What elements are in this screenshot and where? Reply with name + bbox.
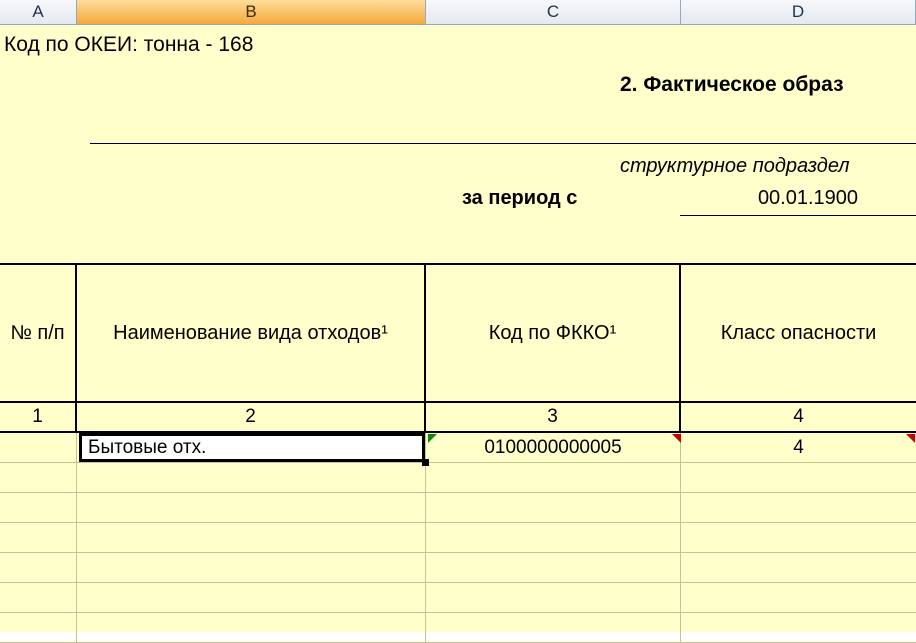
cell-d[interactable] xyxy=(681,553,916,582)
th-hazard-class: Класс опасности xyxy=(681,265,916,401)
col-header-a[interactable]: A xyxy=(0,0,77,24)
table-row[interactable] xyxy=(0,463,916,493)
period-label: за период с xyxy=(462,187,577,210)
cell-b[interactable] xyxy=(77,583,426,612)
table-row[interactable] xyxy=(0,553,916,583)
cell-d[interactable] xyxy=(681,463,916,492)
th-number: № п/п xyxy=(0,265,77,401)
cell-d[interactable] xyxy=(681,493,916,522)
cell-b[interactable] xyxy=(77,613,426,642)
th-fkko-code: Код по ФККО¹ xyxy=(426,265,681,401)
colnum-3: 3 xyxy=(426,403,681,431)
cell-b[interactable] xyxy=(77,523,426,552)
cell-d[interactable] xyxy=(681,583,916,612)
table-header-row: № п/п Наименование вида отходов¹ Код по … xyxy=(0,263,916,403)
comment-indicator-icon[interactable] xyxy=(906,434,915,443)
cell-c[interactable] xyxy=(426,463,681,492)
table-row[interactable] xyxy=(0,523,916,553)
colnum-1: 1 xyxy=(0,403,77,431)
divider-line xyxy=(90,143,916,144)
error-indicator-icon[interactable] xyxy=(428,434,437,443)
col-header-b[interactable]: B xyxy=(77,0,426,24)
date-underline xyxy=(680,215,916,216)
table-row[interactable] xyxy=(0,583,916,613)
cell-b[interactable] xyxy=(77,463,426,492)
fill-handle[interactable] xyxy=(422,459,429,466)
active-cell[interactable]: Бытовые отх. xyxy=(79,433,425,462)
cell-d[interactable] xyxy=(681,523,916,552)
comment-indicator-icon[interactable] xyxy=(672,434,681,443)
cell-a[interactable] xyxy=(0,463,77,492)
cell-c[interactable] xyxy=(426,583,681,612)
cell-a[interactable] xyxy=(0,553,77,582)
column-number-row: 1 2 3 4 xyxy=(0,403,916,433)
cell-a[interactable] xyxy=(0,433,77,462)
cell-c[interactable] xyxy=(426,493,681,522)
cell-c[interactable] xyxy=(426,613,681,642)
cell-a[interactable] xyxy=(0,583,77,612)
colnum-2: 2 xyxy=(77,403,426,431)
subdivision-label: структурное подраздел xyxy=(620,155,850,178)
period-date-value[interactable]: 00.01.1900 xyxy=(728,187,888,210)
table-row[interactable] xyxy=(0,493,916,523)
cell-c[interactable]: 0100000000005 xyxy=(426,433,681,462)
cell-d[interactable] xyxy=(681,613,916,642)
colnum-4: 4 xyxy=(681,403,916,431)
cell-a[interactable] xyxy=(0,523,77,552)
cell-a[interactable] xyxy=(0,613,77,642)
col-header-c[interactable]: C xyxy=(426,0,681,24)
column-header-bar: A B C D xyxy=(0,0,916,25)
th-waste-name: Наименование вида отходов¹ xyxy=(77,265,426,401)
cell-b[interactable] xyxy=(77,553,426,582)
worksheet-area[interactable]: Код по ОКЕИ: тонна - 168 2. Фактическое … xyxy=(0,25,916,632)
cell-c[interactable] xyxy=(426,553,681,582)
okei-label: Код по ОКЕИ: тонна - 168 xyxy=(4,33,253,57)
cell-a[interactable] xyxy=(0,493,77,522)
table-row[interactable] xyxy=(0,613,916,643)
col-header-d[interactable]: D xyxy=(681,0,916,24)
data-rows: 0100000000005 4 xyxy=(0,433,916,643)
cell-c[interactable] xyxy=(426,523,681,552)
cell-b[interactable] xyxy=(77,493,426,522)
cell-d[interactable]: 4 xyxy=(681,433,916,462)
section-title: 2. Фактическое образ xyxy=(620,73,844,97)
